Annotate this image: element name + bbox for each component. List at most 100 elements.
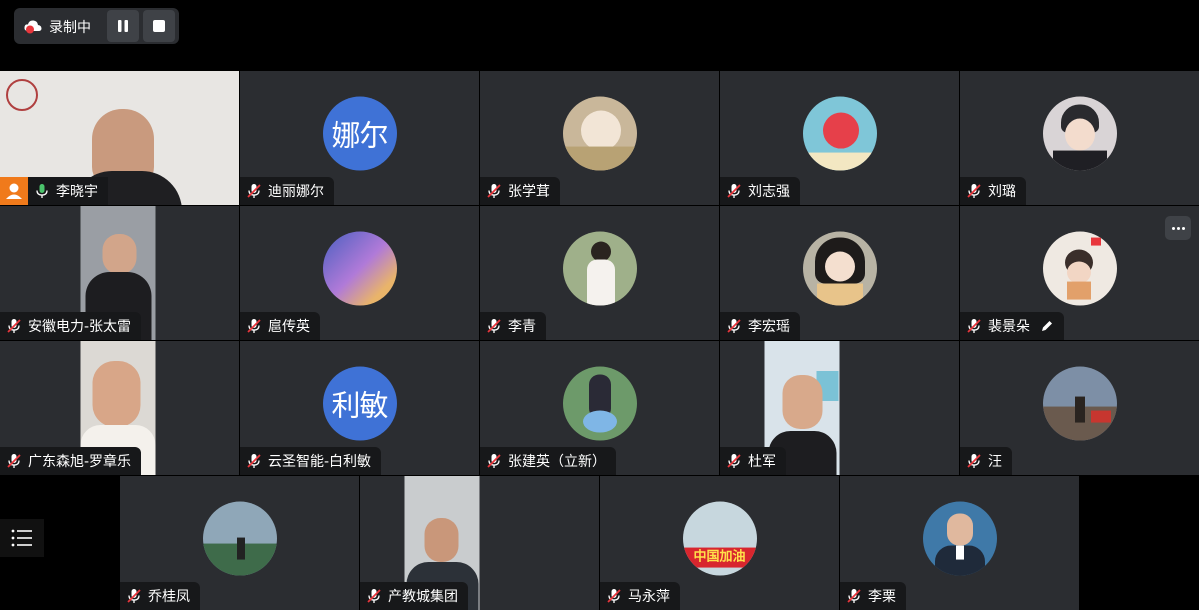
mic-muted-icon xyxy=(607,589,621,603)
participant-name: 产教城集团 xyxy=(388,589,458,605)
avatar xyxy=(562,366,637,441)
avatar: 利敏 xyxy=(322,366,397,441)
participant-name: 马永萍 xyxy=(628,589,670,605)
participant-tile[interactable]: 利敏 云圣智能-白利敏 xyxy=(240,341,479,475)
list-icon xyxy=(11,529,32,547)
logo-icon xyxy=(6,79,38,111)
participant-name-tag: 李晓宇 xyxy=(28,177,108,205)
dot-icon xyxy=(1171,226,1175,230)
mic-muted-icon xyxy=(247,184,261,198)
avatar xyxy=(322,231,397,306)
participant-tile[interactable]: 李青 xyxy=(480,206,719,340)
participant-tile[interactable]: 娜尔 迪丽娜尔 xyxy=(240,71,479,205)
participant-name-tag: 张学茸 xyxy=(480,177,560,205)
participant-name: 云圣智能-白利敏 xyxy=(268,454,372,470)
participant-name: 李栗 xyxy=(868,589,896,605)
participant-tile[interactable]: 杜军 xyxy=(720,341,959,475)
participant-name: 杜军 xyxy=(748,454,776,470)
user-icon xyxy=(6,183,22,199)
participant-tile[interactable]: 张学茸 xyxy=(480,71,719,205)
mic-muted-icon xyxy=(367,589,381,603)
participant-name-tag: 云圣智能-白利敏 xyxy=(240,447,382,475)
participant-name: 扈传英 xyxy=(268,319,310,335)
recording-bar: 录制中 xyxy=(14,8,179,44)
participant-name-tag: 杜军 xyxy=(720,447,786,475)
participant-tile[interactable]: 裴景朵 xyxy=(960,206,1199,340)
avatar xyxy=(562,231,637,306)
participant-name-tag: 安徽电力-张太雷 xyxy=(0,312,142,340)
avatar xyxy=(1042,96,1117,171)
participant-name: 李晓宇 xyxy=(56,184,98,200)
mic-muted-icon xyxy=(967,319,981,333)
edit-pencil-icon[interactable] xyxy=(1040,319,1054,333)
participant-name-tag: 产教城集团 xyxy=(360,582,468,610)
participant-tile[interactable]: 刘璐 xyxy=(960,71,1199,205)
participant-tile[interactable]: 产教城集团 xyxy=(360,476,599,610)
mic-muted-icon xyxy=(967,184,981,198)
participant-name: 广东森旭-罗章乐 xyxy=(28,454,132,470)
participant-name: 张学茸 xyxy=(508,184,550,200)
participant-name: 李宏瑶 xyxy=(748,319,790,335)
participant-name-tag: 李栗 xyxy=(840,582,906,610)
participant-name: 迪丽娜尔 xyxy=(268,184,324,200)
participant-name-tag: 刘志强 xyxy=(720,177,800,205)
mic-muted-icon xyxy=(727,454,741,468)
participant-tile[interactable]: 安徽电力-张太雷 xyxy=(0,206,239,340)
stop-recording-button[interactable] xyxy=(143,10,175,42)
participant-name-tag: 广东森旭-罗章乐 xyxy=(0,447,142,475)
mic-muted-icon xyxy=(487,454,501,468)
avatar xyxy=(802,231,877,306)
participant-tile[interactable]: 扈传英 xyxy=(240,206,479,340)
participant-list-button[interactable] xyxy=(0,519,44,557)
participant-name: 刘璐 xyxy=(988,184,1016,200)
participant-tile[interactable]: 李宏瑶 xyxy=(720,206,959,340)
participant-name-tag: 李青 xyxy=(480,312,546,340)
avatar xyxy=(1042,366,1117,441)
recording-status-label: 录制中 xyxy=(49,20,91,36)
participant-name-tag: 汪 xyxy=(960,447,1012,475)
mic-muted-icon xyxy=(967,454,981,468)
participant-tile[interactable]: 广东森旭-罗章乐 xyxy=(0,341,239,475)
more-options-button[interactable] xyxy=(1165,216,1191,240)
mic-muted-icon xyxy=(7,319,21,333)
stop-icon xyxy=(153,20,165,32)
mic-on-icon xyxy=(36,184,48,198)
participant-name: 汪 xyxy=(988,454,1002,470)
participant-name: 刘志强 xyxy=(748,184,790,200)
mic-muted-icon xyxy=(727,184,741,198)
mic-muted-icon xyxy=(127,589,141,603)
participant-name-tag: 迪丽娜尔 xyxy=(240,177,334,205)
avatar: 中国加油 xyxy=(682,501,757,576)
mic-muted-icon xyxy=(7,454,21,468)
pause-recording-button[interactable] xyxy=(107,10,139,42)
avatar-caption: 中国加油 xyxy=(682,547,757,568)
participant-tile[interactable]: 汪 xyxy=(960,341,1199,475)
mic-muted-icon xyxy=(247,454,261,468)
participant-name-tag: 乔桂凤 xyxy=(120,582,200,610)
avatar: 娜尔 xyxy=(322,96,397,171)
pause-icon xyxy=(118,20,128,32)
participant-name-tag: 扈传英 xyxy=(240,312,320,340)
avatar xyxy=(202,501,277,576)
mic-muted-icon xyxy=(487,319,501,333)
participant-tile[interactable]: 李栗 xyxy=(840,476,1079,610)
cloud-record-icon xyxy=(24,20,42,34)
avatar xyxy=(562,96,637,171)
mic-muted-icon xyxy=(727,319,741,333)
participant-name: 李青 xyxy=(508,319,536,335)
mic-muted-icon xyxy=(247,319,261,333)
participant-name: 乔桂凤 xyxy=(148,589,190,605)
participant-name-tag: 张建英（立新） xyxy=(480,447,616,475)
host-badge xyxy=(0,177,28,205)
participant-name-tag: 裴景朵 xyxy=(960,312,1064,340)
participant-tile[interactable]: 刘志强 xyxy=(720,71,959,205)
participant-tile[interactable]: 李晓宇 xyxy=(0,71,239,205)
mic-muted-icon xyxy=(847,589,861,603)
participant-name-tag: 刘璐 xyxy=(960,177,1026,205)
participant-name-tag: 李宏瑶 xyxy=(720,312,800,340)
participant-name: 张建英（立新） xyxy=(508,454,606,470)
avatar xyxy=(802,96,877,171)
participant-tile[interactable]: 中国加油 马永萍 xyxy=(600,476,839,610)
participant-tile[interactable]: 乔桂凤 xyxy=(120,476,359,610)
participant-tile[interactable]: 张建英（立新） xyxy=(480,341,719,475)
